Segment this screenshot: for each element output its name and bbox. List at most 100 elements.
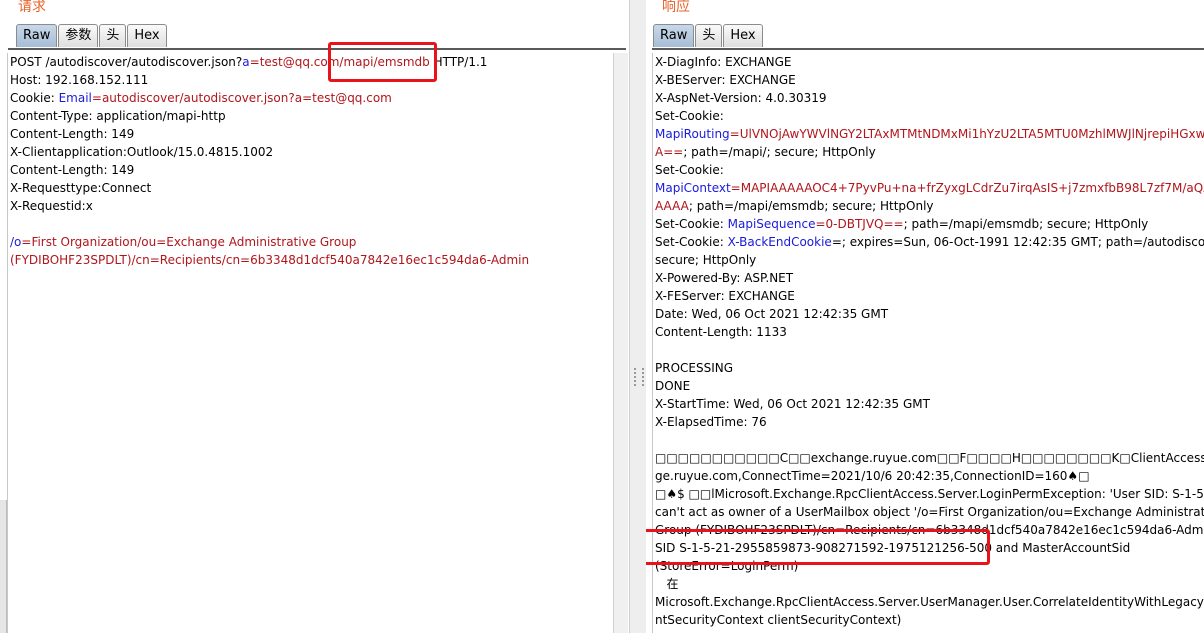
response-title: 响应 [662, 0, 690, 15]
response-line: MapiRouting=UlVNOjAwYWVlNGY2LTAxMTMtNDMx… [653, 125, 1204, 143]
request-tab-params[interactable]: 参数 [58, 24, 99, 47]
response-tab-raw[interactable]: Raw [653, 24, 695, 47]
request-line-segment: /o [10, 235, 22, 249]
response-line: can't act as owner of a UserMailbox obje… [653, 503, 1204, 521]
response-line [653, 341, 1204, 359]
request-line-segment: X-Requestid:x [10, 199, 93, 213]
request-line: X-Requestid:x [8, 197, 612, 215]
response-line-segment: =MAPIAAAAAOC4+7PyvPu+na+frZyxgLCdrZu7irq… [730, 181, 1204, 195]
response-line-segment: SID S-1-5-21-2955859873-908271592-197512… [655, 541, 1131, 555]
response-line: (StoreError=LoginPerm) [653, 557, 1204, 575]
response-tabs: Raw 头 Hex [653, 24, 764, 47]
response-line-segment: MapiRouting [655, 127, 730, 141]
response-tab-underline [652, 48, 1204, 50]
response-line: secure; HttpOnly [653, 251, 1204, 269]
response-line-segment: Set-Cookie: [655, 163, 724, 177]
response-line-segment: AAAA [655, 199, 689, 213]
request-line-segment: POST /autodiscover/autodiscover.json? [10, 55, 243, 69]
response-line-segment: Content-Length: 1133 [655, 325, 787, 339]
request-line [8, 215, 612, 233]
request-line-segment: Content-Length: 149 [10, 163, 135, 177]
response-line: MapiContext=MAPIAAAAAOC4+7PyvPu+na+frZyx… [653, 179, 1204, 197]
splitter-grip[interactable] [634, 368, 644, 386]
response-line: Microsoft.Exchange.RpcClientAccess.Serve… [653, 593, 1204, 611]
response-line-segment: =UlVNOjAwYWVlNGY2LTAxMTMtNDMxMi1hYzU2LTA… [729, 127, 1204, 141]
response-line-segment: secure; HttpOnly [655, 253, 757, 267]
response-line: Content-Length: 1133 [653, 323, 1204, 341]
response-line-segment: A== [655, 145, 684, 159]
response-line-segment: Group (FYDIBOHF23SPDLT)/cn=Recipients/cn… [655, 523, 1204, 537]
response-line: SID S-1-5-21-2955859873-908271592-197512… [653, 539, 1204, 557]
response-line-segment: ; path=/mapi/emsmdb; secure; HttpOnly [688, 199, 934, 213]
response-line-segment: X-DiagInfo: EXCHANGE [655, 55, 792, 69]
response-line-segment: ge.ruyue.com,ConnectTime=2021/10/6 20:42… [655, 469, 1090, 483]
response-line-segment: Date: Wed, 06 Oct 2021 12:42:35 GMT [655, 307, 889, 321]
response-line-segment: =; expires=Sun, 06-Oct-1991 12:42:35 GMT… [831, 235, 1204, 249]
response-pane: 响应 Raw 头 Hex X-DiagInfo: EXCHANGE X-BESer… [646, 0, 1204, 633]
response-line-segment: (StoreError=LoginPerm) [655, 559, 799, 573]
response-line: Set-Cookie: MapiSequence=0-DBTJVQ==; pat… [653, 215, 1204, 233]
request-line: Cookie: Email=autodiscover/autodiscover.… [8, 89, 612, 107]
request-tab-raw[interactable]: Raw [16, 24, 58, 47]
response-line-segment: □□□□□□□□□□□C□□exchange.ruyue.com□□F□□□□H… [655, 451, 1204, 465]
request-line: Content-Length: 149 [8, 125, 612, 143]
response-line: X-BEServer: EXCHANGE [653, 71, 1204, 89]
response-line-segment: Microsoft.Exchange.RpcClientAccess.Serve… [655, 595, 1204, 609]
response-line-segment: X-BEServer: EXCHANGE [655, 73, 796, 87]
response-line: Group (FYDIBOHF23SPDLT)/cn=Recipients/cn… [653, 521, 1204, 539]
pane-splitter[interactable] [629, 0, 647, 633]
response-line: ntSecurityContext clientSecurityContext) [653, 611, 1204, 629]
response-line-segment: 在 [655, 577, 679, 591]
request-scrollbar[interactable] [613, 53, 628, 633]
response-line: □□□□□□□□□□□C□□exchange.ruyue.com□□F□□□□H… [653, 449, 1204, 467]
response-line: Set-Cookie: [653, 107, 1204, 125]
response-line-segment: Set-Cookie: [655, 217, 728, 231]
request-editor[interactable]: POST /autodiscover/autodiscover.json?a=t… [7, 53, 612, 633]
response-line-segment: DONE [655, 379, 691, 393]
response-line: DONE [653, 377, 1204, 395]
request-tab-headers[interactable]: 头 [99, 24, 127, 47]
response-line: □♠$ □□lMicrosoft.Exchange.RpcClientAcces… [653, 485, 1204, 503]
response-line-segment: X-Powered-By: ASP.NET [655, 271, 794, 285]
response-line: X-ElapsedTime: 76 [653, 413, 1204, 431]
response-line: X-Powered-By: ASP.NET [653, 269, 1204, 287]
request-line-segment: X-Requesttype:Connect [10, 181, 152, 195]
response-line-segment: ; path=/mapi/emsmdb; secure; HttpOnly [903, 217, 1149, 231]
request-line-segment: =First Organization/ou=Exchange Administ… [21, 235, 357, 249]
request-line: X-Clientapplication:Outlook/15.0.4815.10… [8, 143, 612, 161]
request-line-segment: =test@qq.com [249, 55, 340, 69]
request-tab-underline [8, 48, 626, 50]
left-window-edge [0, 500, 7, 633]
request-line-segment: /mapi/emsmdb [339, 55, 430, 69]
response-line: X-StartTime: Wed, 06 Oct 2021 12:42:35 G… [653, 395, 1204, 413]
request-line-segment: Content-Length: 149 [10, 127, 135, 141]
request-line: (FYDIBOHF23SPDLT)/cn=Recipients/cn=6b334… [8, 251, 612, 269]
response-line-segment: ntSecurityContext clientSecurityContext) [655, 613, 902, 627]
request-line-segment: =autodiscover/autodiscover.json?a=test@q… [91, 91, 392, 105]
response-line-segment: X-AspNet-Version: 4.0.30319 [655, 91, 827, 105]
response-line-segment: ; path=/mapi/; secure; HttpOnly [683, 145, 876, 159]
request-line-segment: HTTP/1.1 [429, 55, 488, 69]
request-tabs: Raw 参数 头 Hex [16, 24, 168, 47]
response-line: Set-Cookie: [653, 161, 1204, 179]
request-title: 请求 [18, 0, 46, 15]
request-line-segment: a [242, 55, 250, 69]
response-line-segment: X-StartTime: Wed, 06 Oct 2021 12:42:35 G… [655, 397, 930, 411]
request-line: Content-Type: application/mapi-http [8, 107, 612, 125]
request-line-segment: Host: 192.168.152.111 [10, 73, 149, 87]
response-line: X-FEServer: EXCHANGE [653, 287, 1204, 305]
response-line: X-AspNet-Version: 4.0.30319 [653, 89, 1204, 107]
response-editor[interactable]: X-DiagInfo: EXCHANGE X-BEServer: EXCHANGE… [652, 53, 1204, 633]
request-line: POST /autodiscover/autodiscover.json?a=t… [8, 53, 612, 71]
response-line-segment: =0-DBTJVQ== [815, 217, 904, 231]
response-line-segment: PROCESSING [655, 361, 734, 375]
response-tab-headers[interactable]: 头 [695, 24, 723, 47]
response-line: PROCESSING [653, 359, 1204, 377]
response-line: A==; path=/mapi/; secure; HttpOnly [653, 143, 1204, 161]
response-line-segment: Set-Cookie: [655, 235, 728, 249]
request-line-segment: Cookie: [10, 91, 59, 105]
request-tab-hex[interactable]: Hex [127, 24, 167, 47]
response-tab-hex[interactable]: Hex [723, 24, 763, 47]
request-line: /o=First Organization/ou=Exchange Admini… [8, 233, 612, 251]
request-line-segment: Email [58, 91, 92, 105]
